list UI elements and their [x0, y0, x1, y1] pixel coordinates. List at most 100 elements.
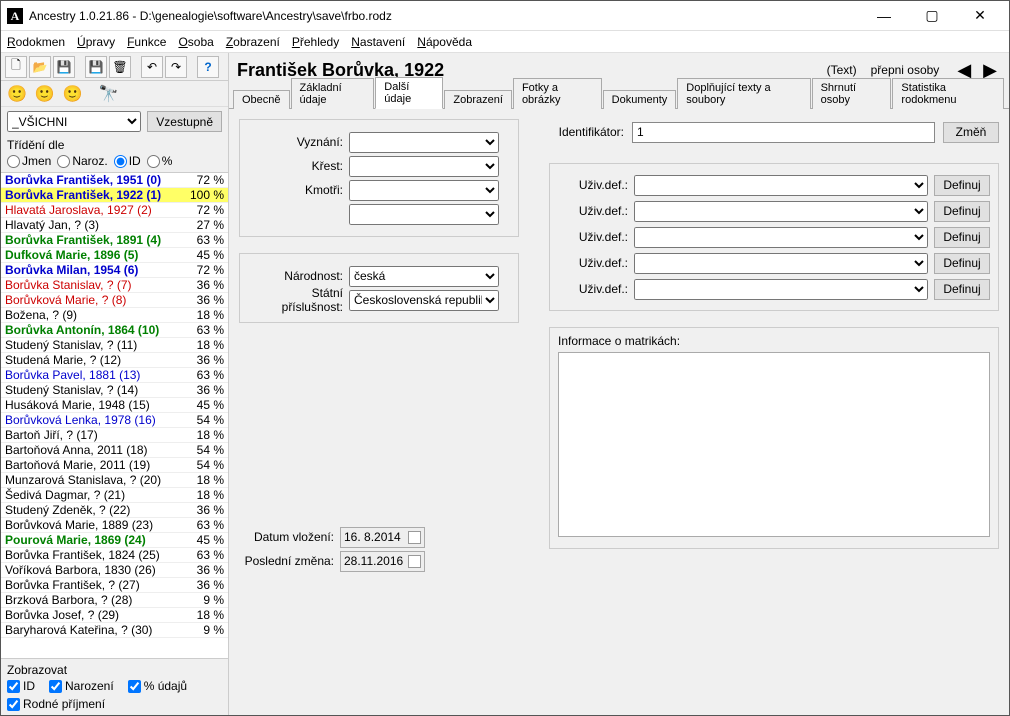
userdef-select[interactable]: [634, 279, 928, 300]
person-row[interactable]: Bartoň Jiří, ? (17)18 %: [1, 428, 228, 443]
menu-nastavení[interactable]: Nastavení: [351, 35, 405, 49]
redo-icon[interactable]: ↷: [165, 56, 187, 78]
menu-rodokmen[interactable]: Rodokmen: [7, 35, 65, 49]
userdef-select[interactable]: [634, 201, 928, 222]
text-link[interactable]: (Text): [827, 63, 857, 77]
person-row[interactable]: Pourová Marie, 1869 (24)45 %: [1, 533, 228, 548]
maximize-button[interactable]: ▢: [909, 2, 955, 30]
person-row[interactable]: Šedivá Dagmar, ? (21)18 %: [1, 488, 228, 503]
person-row[interactable]: Studený Stanislav, ? (14)36 %: [1, 383, 228, 398]
define-button[interactable]: Definuj: [934, 253, 990, 274]
matriky-label: Informace o matrikách:: [558, 334, 990, 348]
display-check-narozen[interactable]: Narození: [49, 679, 114, 693]
define-button[interactable]: Definuj: [934, 279, 990, 300]
vyznani-select[interactable]: [349, 132, 499, 153]
tab-1[interactable]: Základní údaje: [291, 78, 375, 109]
person-row[interactable]: Borůvka Stanislav, ? (7)36 %: [1, 278, 228, 293]
sort-radio-%[interactable]: %: [147, 154, 173, 168]
couple-icon[interactable]: 🙂: [63, 84, 83, 104]
person-row[interactable]: Bartoňová Anna, 2011 (18)54 %: [1, 443, 228, 458]
person-row[interactable]: Borůvka Pavel, 1881 (13)63 %: [1, 368, 228, 383]
person-row[interactable]: Borůvková Lenka, 1978 (16)54 %: [1, 413, 228, 428]
menu-přehledy[interactable]: Přehledy: [292, 35, 339, 49]
person-row[interactable]: Dufková Marie, 1896 (5)45 %: [1, 248, 228, 263]
minimize-button[interactable]: —: [861, 2, 907, 30]
calendar-icon[interactable]: [408, 555, 421, 568]
matriky-textarea[interactable]: [558, 352, 990, 537]
person-row[interactable]: Hlavatý Jan, ? (3)27 %: [1, 218, 228, 233]
tab-5[interactable]: Dokumenty: [603, 90, 677, 109]
person-row[interactable]: Borůvková Marie, ? (8)36 %: [1, 293, 228, 308]
sort-radio-id[interactable]: ID: [114, 154, 141, 168]
save-all-icon[interactable]: 💾: [85, 56, 107, 78]
person-row[interactable]: Baryharová Kateřina, ? (30)9 %: [1, 623, 228, 638]
person-list[interactable]: Borůvka František, 1951 (0)72 %Borůvka F…: [1, 172, 228, 658]
sort-radio-naroz.[interactable]: Naroz.: [57, 154, 107, 168]
person-row[interactable]: Borůvková Marie, 1889 (23)63 %: [1, 518, 228, 533]
person-row[interactable]: Husáková Marie, 1948 (15)45 %: [1, 398, 228, 413]
sort-radio-jmen[interactable]: Jmen: [7, 154, 51, 168]
menu-funkce[interactable]: Funkce: [127, 35, 166, 49]
tab-2[interactable]: Další údaje: [375, 77, 443, 109]
krest-select[interactable]: [349, 156, 499, 177]
display-check-daj[interactable]: % údajů: [128, 679, 187, 693]
prislusnost-select[interactable]: Československá republika: [349, 290, 499, 311]
define-button[interactable]: Definuj: [934, 227, 990, 248]
tab-4[interactable]: Fotky a obrázky: [513, 78, 602, 109]
male-icon[interactable]: 🙂: [7, 84, 27, 104]
menu-zobrazení[interactable]: Zobrazení: [226, 35, 280, 49]
tab-3[interactable]: Zobrazení: [444, 90, 512, 109]
zmena-date[interactable]: 28.11.2016: [340, 551, 425, 572]
filter-select[interactable]: _VŠICHNI: [7, 111, 141, 132]
person-row[interactable]: Munzarová Stanislava, ? (20)18 %: [1, 473, 228, 488]
person-row[interactable]: Studená Marie, ? (12)36 %: [1, 353, 228, 368]
calendar-icon[interactable]: [408, 531, 421, 544]
person-row[interactable]: Borůvka František, ? (27)36 %: [1, 578, 228, 593]
delete-icon[interactable]: 🗑: [109, 56, 131, 78]
person-row[interactable]: Borůvka František, 1824 (25)63 %: [1, 548, 228, 563]
tab-6[interactable]: Doplňující texty a soubory: [677, 78, 810, 109]
help-icon[interactable]: ?: [197, 56, 219, 78]
person-row[interactable]: Borůvka Antonín, 1864 (10)63 %: [1, 323, 228, 338]
undo-icon[interactable]: ↶: [141, 56, 163, 78]
tab-7[interactable]: Shrnutí osoby: [812, 78, 892, 109]
vlozeni-date[interactable]: 16. 8.2014: [340, 527, 425, 548]
kmotri2-select[interactable]: [349, 204, 499, 225]
display-check-rodnpjmen[interactable]: Rodné příjmení: [7, 697, 105, 711]
person-row[interactable]: Borůvka František, 1922 (1)100 %: [1, 188, 228, 203]
search-icon[interactable]: 🔭: [99, 84, 119, 104]
close-button[interactable]: ✕: [957, 2, 1003, 30]
open-file-icon[interactable]: 📂: [29, 56, 51, 78]
person-row[interactable]: Studený Stanislav, ? (11)18 %: [1, 338, 228, 353]
userdef-select[interactable]: [634, 175, 928, 196]
id-input[interactable]: [632, 122, 935, 143]
female-icon[interactable]: 🙂: [35, 84, 55, 104]
menu-úpravy[interactable]: Úpravy: [77, 35, 115, 49]
person-row[interactable]: Borůvka František, 1891 (4)63 %: [1, 233, 228, 248]
person-row[interactable]: Borůvka František, 1951 (0)72 %: [1, 173, 228, 188]
userdef-select[interactable]: [634, 227, 928, 248]
person-row[interactable]: Voříková Barbora, 1830 (26)36 %: [1, 563, 228, 578]
new-file-icon[interactable]: 🗋: [5, 56, 27, 78]
tab-8[interactable]: Statistika rodokmenu: [892, 78, 1004, 109]
sort-direction-button[interactable]: Vzestupně: [147, 111, 222, 132]
narodnost-select[interactable]: česká: [349, 266, 499, 287]
person-row[interactable]: Brzková Barbora, ? (28)9 %: [1, 593, 228, 608]
person-row[interactable]: Hlavatá Jaroslava, 1927 (2)72 %: [1, 203, 228, 218]
person-row[interactable]: Borůvka Josef, ? (29)18 %: [1, 608, 228, 623]
define-button[interactable]: Definuj: [934, 201, 990, 222]
display-check-id[interactable]: ID: [7, 679, 35, 693]
menu-nápověda[interactable]: Nápověda: [417, 35, 472, 49]
kmotri-select[interactable]: [349, 180, 499, 201]
change-id-button[interactable]: Změň: [943, 122, 999, 143]
userdef-select[interactable]: [634, 253, 928, 274]
person-row[interactable]: Bartoňová Marie, 2011 (19)54 %: [1, 458, 228, 473]
define-button[interactable]: Definuj: [934, 175, 990, 196]
person-row[interactable]: Božena, ? (9)18 %: [1, 308, 228, 323]
tab-0[interactable]: Obecně: [233, 90, 290, 109]
person-row[interactable]: Borůvka Milan, 1954 (6)72 %: [1, 263, 228, 278]
menu-osoba[interactable]: Osoba: [178, 35, 213, 49]
save-icon[interactable]: 💾: [53, 56, 75, 78]
person-row[interactable]: Studený Zdeněk, ? (22)36 %: [1, 503, 228, 518]
switch-persons-link[interactable]: přepni osoby: [871, 63, 940, 77]
